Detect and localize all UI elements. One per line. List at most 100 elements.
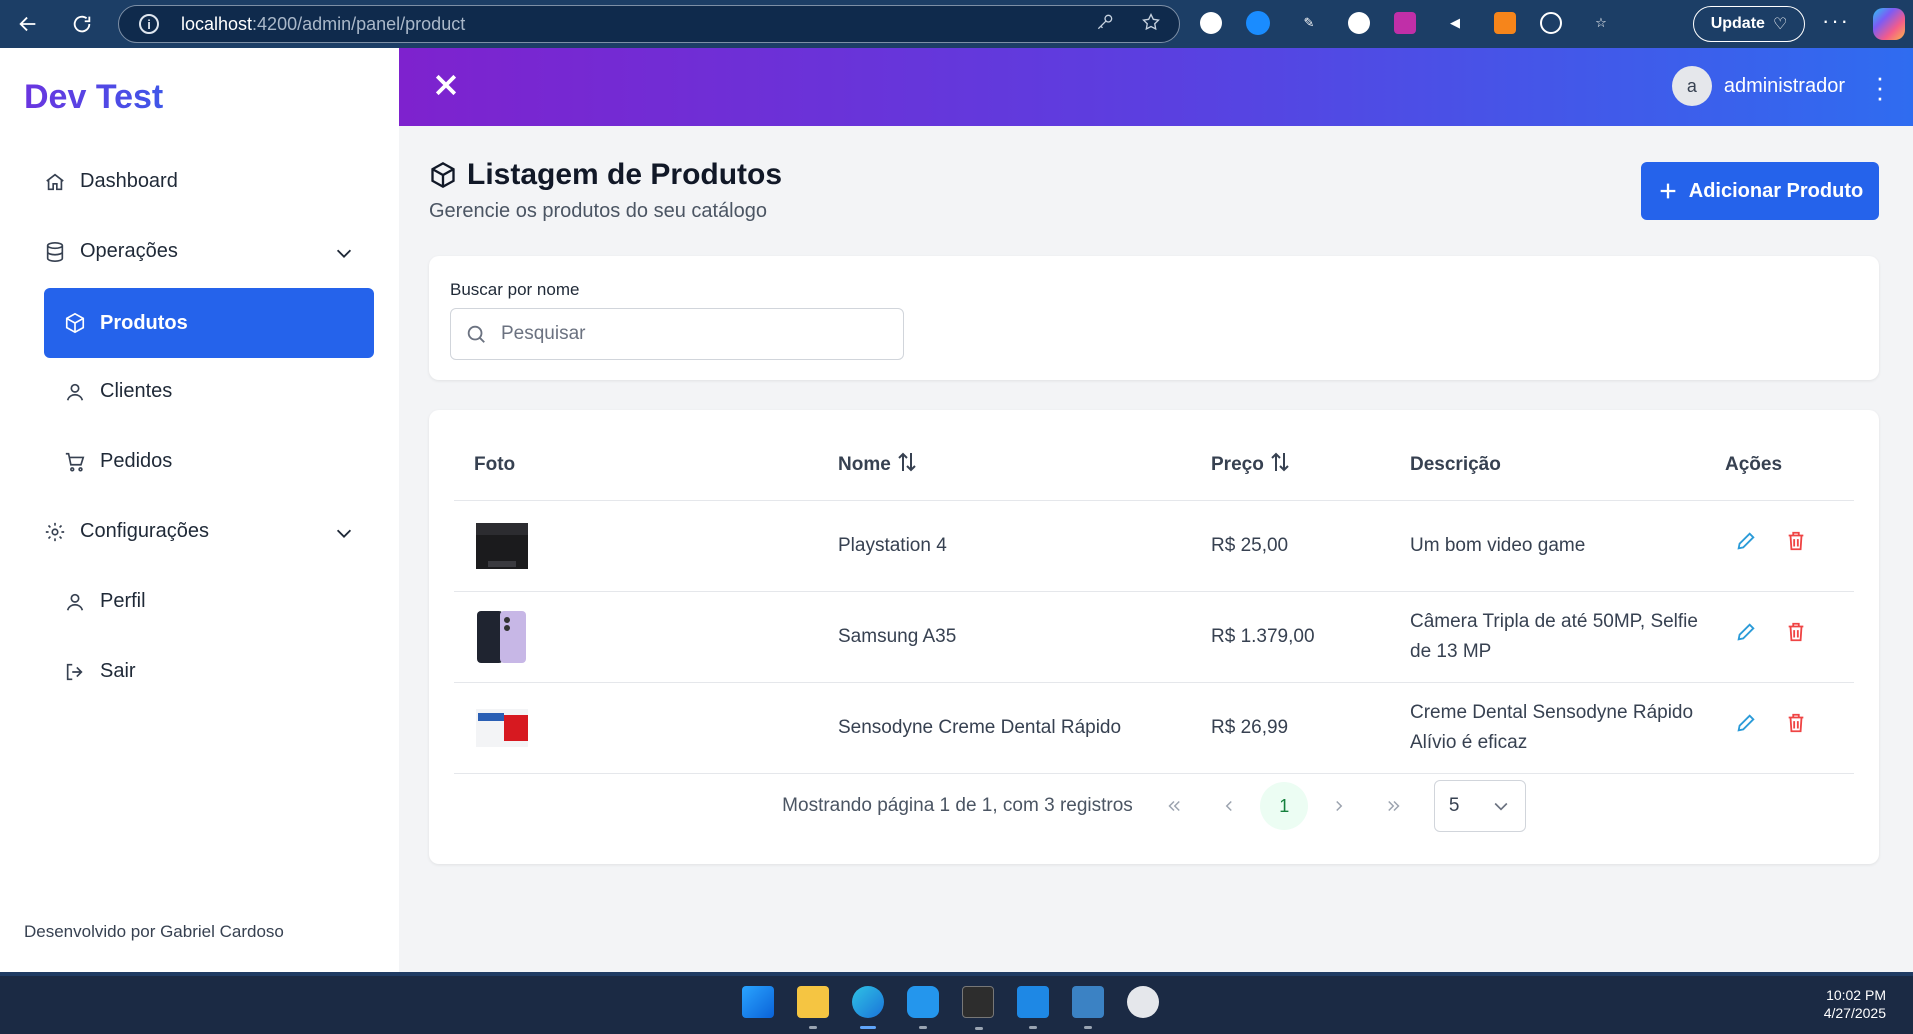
color-picker-icon[interactable]: ✎ bbox=[1294, 8, 1324, 38]
products-table-card: Foto Nome Preço Descrição Ações Playstat… bbox=[429, 410, 1879, 864]
metamask-icon[interactable] bbox=[1494, 12, 1516, 34]
user-icon bbox=[66, 593, 84, 611]
url-text[interactable]: localhost:4200/admin/panel/product bbox=[181, 14, 465, 35]
main-content: Listagem de Produtos Gerencie os produto… bbox=[399, 126, 1913, 972]
add-product-button[interactable]: Adicionar Produto bbox=[1641, 162, 1879, 220]
home-icon bbox=[46, 173, 64, 190]
sidebar-item-sair[interactable]: Sair bbox=[64, 660, 136, 683]
brand-logo[interactable]: Dev Test bbox=[24, 78, 163, 117]
prev-page-icon[interactable] bbox=[1202, 782, 1257, 830]
address-bar[interactable]: i localhost:4200/admin/panel/product bbox=[118, 5, 1180, 43]
sidebar-item-produtos[interactable]: Produtos bbox=[44, 288, 374, 358]
column-header-acoes: Ações bbox=[1705, 430, 1854, 501]
edit-icon[interactable] bbox=[1735, 712, 1757, 744]
database-icon bbox=[46, 241, 64, 262]
grammarly-icon[interactable] bbox=[1348, 12, 1370, 34]
user-menu[interactable]: a administrador bbox=[1671, 66, 1845, 106]
search-label: Buscar por nome bbox=[450, 280, 580, 299]
terminal-icon[interactable] bbox=[962, 986, 994, 1030]
extension-icon[interactable] bbox=[1200, 12, 1222, 34]
sidebar-item-clientes[interactable]: Clientes bbox=[64, 380, 172, 403]
paginator: Mostrando página 1 de 1, com 3 registros… bbox=[429, 780, 1879, 832]
more-options-icon[interactable]: ··· bbox=[1822, 8, 1850, 34]
product-description: Creme Dental Sensodyne Rápido Alívio é e… bbox=[1390, 682, 1705, 774]
system-clock[interactable]: 10:02 PM 4/27/2025 bbox=[1824, 986, 1886, 1022]
refresh-icon[interactable] bbox=[62, 4, 102, 44]
product-photo-sensodyne bbox=[476, 708, 528, 747]
table-row: Sensodyne Creme Dental Rápido R$ 26,99 C… bbox=[454, 682, 1854, 774]
update-button[interactable]: Update ♡ bbox=[1693, 6, 1805, 42]
page-subtitle: Gerencie os produtos do seu catálogo bbox=[429, 200, 767, 222]
edit-icon[interactable] bbox=[1735, 621, 1757, 653]
product-price: R$ 25,00 bbox=[1191, 500, 1390, 592]
heart-icon: ♡ bbox=[1772, 16, 1788, 33]
product-description: Um bom video game bbox=[1390, 500, 1705, 592]
product-photo-samsung bbox=[477, 610, 526, 663]
sidebar-item-operacoes[interactable]: Operações bbox=[44, 240, 178, 263]
shazam-extension-icon[interactable] bbox=[1246, 11, 1270, 35]
windows-start-icon[interactable] bbox=[742, 986, 774, 1018]
sidebar: Dev Test Dashboard Operações Produtos Cl… bbox=[0, 48, 399, 972]
rows-per-page-select[interactable]: 5 bbox=[1433, 780, 1526, 832]
trash-icon[interactable] bbox=[1785, 712, 1807, 744]
sidebar-item-perfil[interactable]: Perfil bbox=[64, 590, 146, 613]
footer-credit: Desenvolvido por Gabriel Cardoso bbox=[24, 922, 284, 941]
plus-icon bbox=[1660, 183, 1676, 199]
user-icon bbox=[66, 383, 84, 401]
extension-icon[interactable] bbox=[1394, 12, 1416, 34]
product-photo-playstation bbox=[476, 522, 528, 569]
box-icon bbox=[65, 312, 85, 334]
logout-icon bbox=[66, 663, 83, 680]
trash-icon[interactable] bbox=[1785, 621, 1807, 653]
cart-icon bbox=[65, 452, 85, 472]
vscode-icon[interactable] bbox=[1017, 986, 1049, 1029]
chevron-down-icon bbox=[1494, 802, 1508, 811]
key-icon[interactable] bbox=[1095, 12, 1115, 37]
column-header-preco[interactable]: Preço bbox=[1191, 430, 1390, 501]
browser-toolbar: i localhost:4200/admin/panel/product ✎ ◀… bbox=[0, 0, 1913, 48]
box-icon bbox=[431, 161, 455, 189]
app-icon[interactable] bbox=[1127, 986, 1159, 1018]
top-bar: a administrador · · · bbox=[399, 48, 1913, 126]
first-page-icon[interactable] bbox=[1147, 782, 1202, 830]
back-icon[interactable] bbox=[8, 4, 48, 44]
trash-icon[interactable] bbox=[1785, 530, 1807, 562]
avatar: a bbox=[1671, 66, 1712, 106]
search-input[interactable] bbox=[501, 323, 881, 345]
favorite-star-icon[interactable] bbox=[1141, 12, 1161, 37]
copilot-icon[interactable] bbox=[1873, 8, 1905, 40]
username: administrador bbox=[1723, 74, 1845, 97]
chevron-down-icon[interactable] bbox=[333, 522, 355, 544]
sort-icon[interactable] bbox=[1270, 451, 1290, 479]
column-header-nome[interactable]: Nome bbox=[818, 430, 1191, 501]
column-header-descricao: Descrição bbox=[1390, 430, 1705, 501]
page-button-current[interactable]: 1 bbox=[1257, 782, 1312, 830]
last-page-icon[interactable] bbox=[1367, 782, 1422, 830]
site-info-icon[interactable]: i bbox=[139, 14, 159, 34]
product-name: Samsung A35 bbox=[818, 591, 1191, 683]
edit-icon[interactable] bbox=[1735, 530, 1757, 562]
app-viewport: Dev Test Dashboard Operações Produtos Cl… bbox=[0, 48, 1913, 972]
table-header-row: Foto Nome Preço Descrição Ações bbox=[454, 430, 1854, 501]
favorites-icon[interactable]: ☆ bbox=[1586, 8, 1616, 38]
os-taskbar: 10:02 PM 4/27/2025 bbox=[0, 976, 1913, 1034]
products-table: Foto Nome Preço Descrição Ações Playstat… bbox=[454, 430, 1854, 774]
extensions-puzzle-icon[interactable] bbox=[1540, 12, 1562, 34]
edge-browser-icon[interactable] bbox=[852, 986, 884, 1029]
search-field[interactable] bbox=[450, 308, 904, 360]
sort-icon[interactable] bbox=[897, 451, 917, 479]
sidebar-item-dashboard[interactable]: Dashboard bbox=[44, 170, 178, 193]
table-row: Samsung A35 R$ 1.379,00 Câmera Tripla de… bbox=[454, 591, 1854, 683]
photos-icon[interactable] bbox=[1072, 986, 1104, 1029]
kebab-menu-icon[interactable]: · · · bbox=[1875, 64, 1885, 110]
docker-icon[interactable] bbox=[907, 986, 939, 1029]
next-page-icon[interactable] bbox=[1312, 782, 1367, 830]
speaker-icon[interactable]: ◀ bbox=[1440, 8, 1470, 38]
file-explorer-icon[interactable] bbox=[797, 986, 829, 1029]
product-price: R$ 26,99 bbox=[1191, 682, 1390, 774]
sidebar-item-configuracoes[interactable]: Configurações bbox=[44, 520, 209, 543]
chevron-down-icon[interactable] bbox=[333, 242, 355, 264]
sidebar-item-pedidos[interactable]: Pedidos bbox=[64, 450, 172, 473]
product-name: Playstation 4 bbox=[818, 500, 1191, 592]
close-sidebar-icon[interactable] bbox=[431, 70, 461, 100]
